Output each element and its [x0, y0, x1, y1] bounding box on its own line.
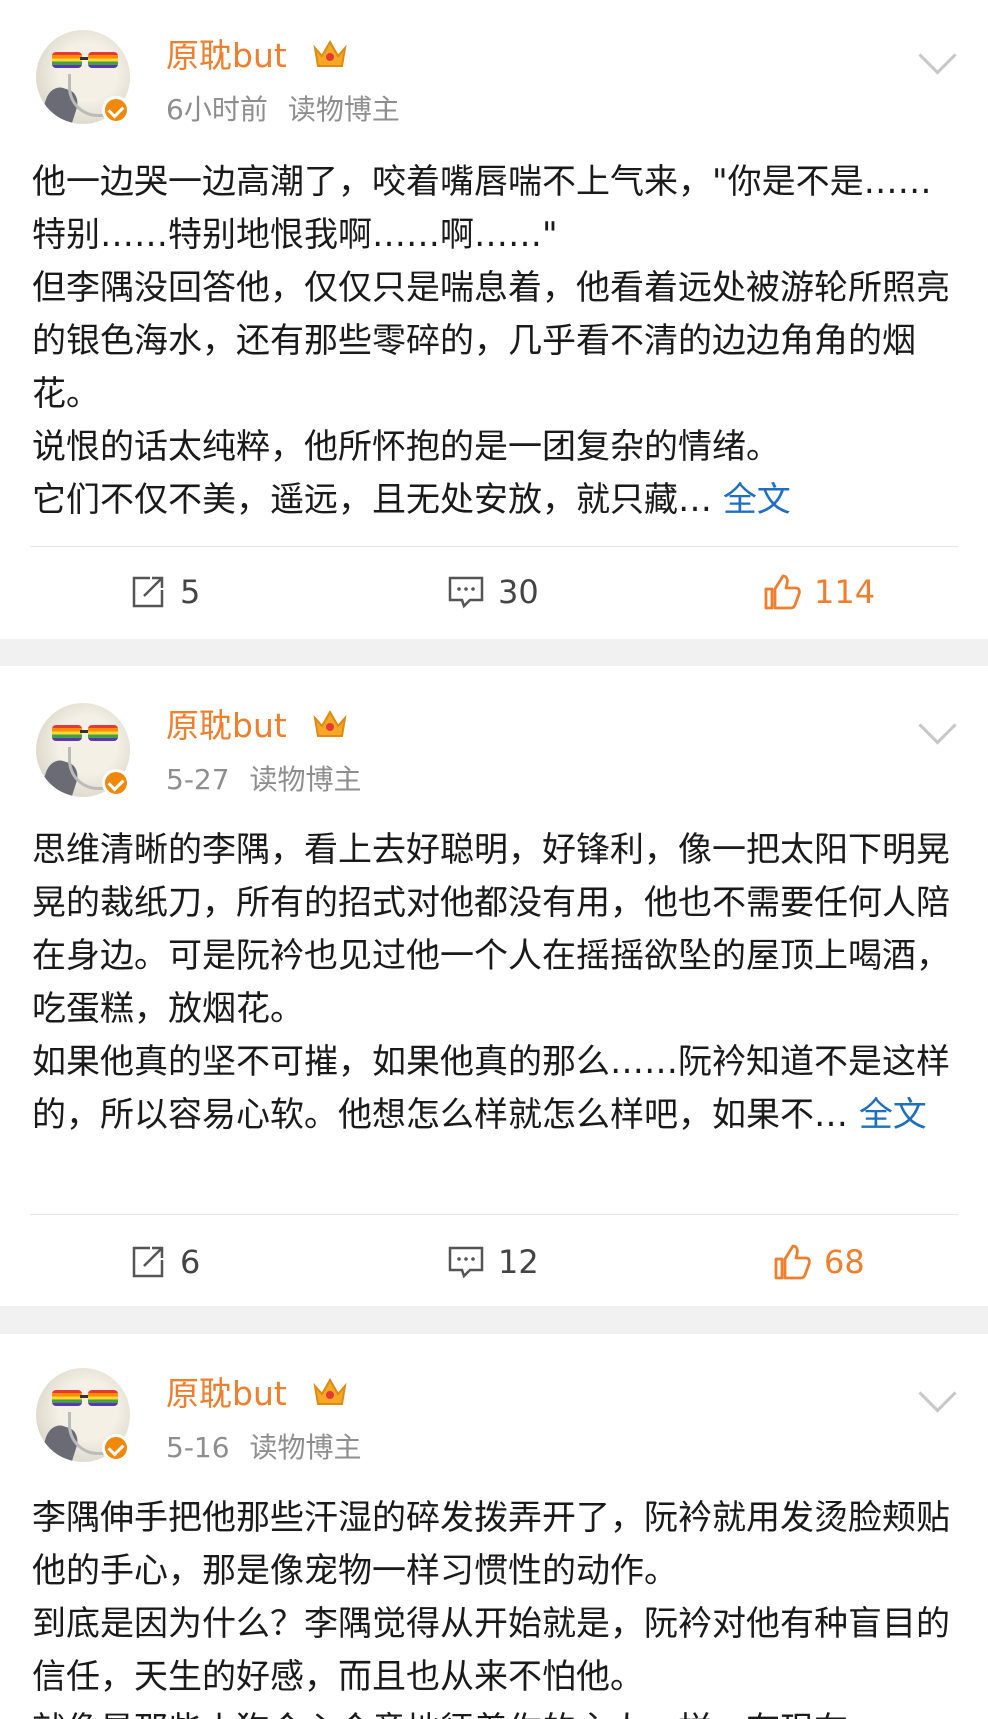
comment-count: 12 — [498, 1243, 539, 1281]
repost-button[interactable]: 6 — [128, 1240, 200, 1284]
repost-count: 5 — [180, 573, 201, 611]
post-body: 思维清晰的李隅，看上去好聪明，好锋利，像一把太阳下明晃晃的裁纸刀，所有的招式对他… — [32, 824, 962, 1142]
avatar-glasses-left — [52, 1390, 82, 1406]
avatar-glasses-left — [52, 725, 82, 741]
post-meta: 5-27 读物博主 — [166, 760, 362, 800]
post-time: 5-16 — [166, 1431, 230, 1464]
comment-button[interactable]: 12 — [446, 1240, 539, 1284]
avatar-glasses-left — [52, 52, 82, 68]
author-name[interactable]: 原耽but — [166, 1372, 287, 1416]
repost-icon — [132, 1246, 164, 1278]
like-button[interactable]: 114 — [762, 570, 875, 614]
crown-icon — [313, 709, 347, 737]
full-text-link[interactable]: 全文 — [723, 480, 791, 520]
author-tag: 读物博主 — [249, 1431, 362, 1464]
post-paragraph: 他一边哭一边高潮了，咬着嘴唇喘不上气来，"你是不是……特别……特别地恨我啊……啊… — [32, 162, 932, 255]
comment-count: 30 — [498, 573, 539, 611]
verified-badge-icon — [102, 1434, 130, 1462]
author-tag: 读物博主 — [249, 763, 362, 796]
post-paragraph: 李隅伸手把他那些汗湿的碎发拨弄开了，阮衿就用发烫脸颊贴他的手心，那是像宠物一样习… — [32, 1498, 950, 1591]
post-paragraph: 它们不仅不美，遥远，且无处安放，就只藏… 全文 — [32, 474, 962, 527]
author-tag: 读物博主 — [287, 93, 400, 126]
comment-icon — [448, 1246, 484, 1279]
avatar-glasses-right — [88, 725, 118, 741]
post-meta: 6小时前 读物博主 — [166, 90, 400, 130]
chevron-down-icon[interactable] — [918, 706, 957, 745]
like-button[interactable]: 68 — [772, 1240, 865, 1284]
verified-badge-icon — [102, 769, 130, 797]
crown-icon — [313, 1377, 347, 1405]
chevron-down-icon[interactable] — [918, 36, 957, 75]
post-paragraph-text: 它们不仅不美，遥远，且无处安放，就只藏… — [32, 480, 712, 520]
verified-badge-icon — [102, 96, 130, 124]
author-name[interactable]: 原耽but — [166, 34, 287, 78]
post-body: 他一边哭一边高潮了，咬着嘴唇喘不上气来，"你是不是……特别……特别地恨我啊……啊… — [32, 156, 962, 527]
post-card: 原耽but 6小时前 读物博主 他一边哭一边高潮了，咬着嘴唇喘不上气来，"你是不是… — [0, 0, 988, 639]
chevron-down-icon[interactable] — [918, 1374, 957, 1413]
post-time: 5-27 — [166, 763, 230, 796]
full-text-link[interactable]: 全文 — [859, 1095, 927, 1135]
comment-icon — [448, 576, 484, 609]
post-paragraph-text: 如果他真的坚不可摧，如果他真的那么……阮衿知道不是这样的，所以容易心软。他想怎么… — [32, 1042, 950, 1135]
avatar-glasses-right — [88, 1390, 118, 1406]
divider — [30, 1214, 958, 1215]
post-paragraph: 思维清晰的李隅，看上去好聪明，好锋利，像一把太阳下明晃晃的裁纸刀，所有的招式对他… — [32, 830, 950, 1029]
post-paragraph: 就像是那些小狗会心会意地惩着你的主人一样，有现在 — [32, 1704, 962, 1719]
avatar-glasses-right — [88, 52, 118, 68]
post-paragraph: 如果他真的坚不可摧，如果他真的那么……阮衿知道不是这样的，所以容易心软。他想怎么… — [32, 1036, 962, 1142]
divider — [30, 546, 958, 547]
post-card: 原耽but 5-16 读物博主 李隅伸手把他那些汗湿的碎发拨弄开了，阮衿就用发烫脸… — [0, 1334, 988, 1719]
like-count: 114 — [814, 573, 876, 611]
crown-icon — [313, 39, 347, 67]
like-count: 68 — [824, 1243, 865, 1281]
post-time: 6小时前 — [166, 93, 268, 126]
post-paragraph: 说恨的话太纯粹，他所怀抱的是一团复杂的情绪。 — [32, 427, 780, 467]
post-paragraph: 到底是因为什么？李隅觉得从开始就是，阮衿对他有种盲目的信任，天生的好感，而且也从… — [32, 1604, 950, 1697]
post-paragraph: 但李隅没回答他，仅仅只是喘息着，他看着远处被游轮所照亮的银色海水，还有那些零碎的… — [32, 268, 950, 414]
repost-icon — [132, 576, 164, 608]
thumbs-up-icon — [764, 574, 801, 610]
repost-count: 6 — [180, 1243, 201, 1281]
comment-button[interactable]: 30 — [446, 570, 539, 614]
post-meta: 5-16 读物博主 — [166, 1428, 362, 1468]
thumbs-up-icon — [774, 1244, 811, 1280]
repost-button[interactable]: 5 — [128, 570, 200, 614]
post-body: 李隅伸手把他那些汗湿的碎发拨弄开了，阮衿就用发烫脸颊贴他的手心，那是像宠物一样习… — [32, 1492, 962, 1719]
post-card: 原耽but 5-27 读物博主 思维清晰的李隅，看上去好聪明，好锋利，像一把太阳下… — [0, 666, 988, 1306]
author-name[interactable]: 原耽but — [166, 704, 287, 748]
